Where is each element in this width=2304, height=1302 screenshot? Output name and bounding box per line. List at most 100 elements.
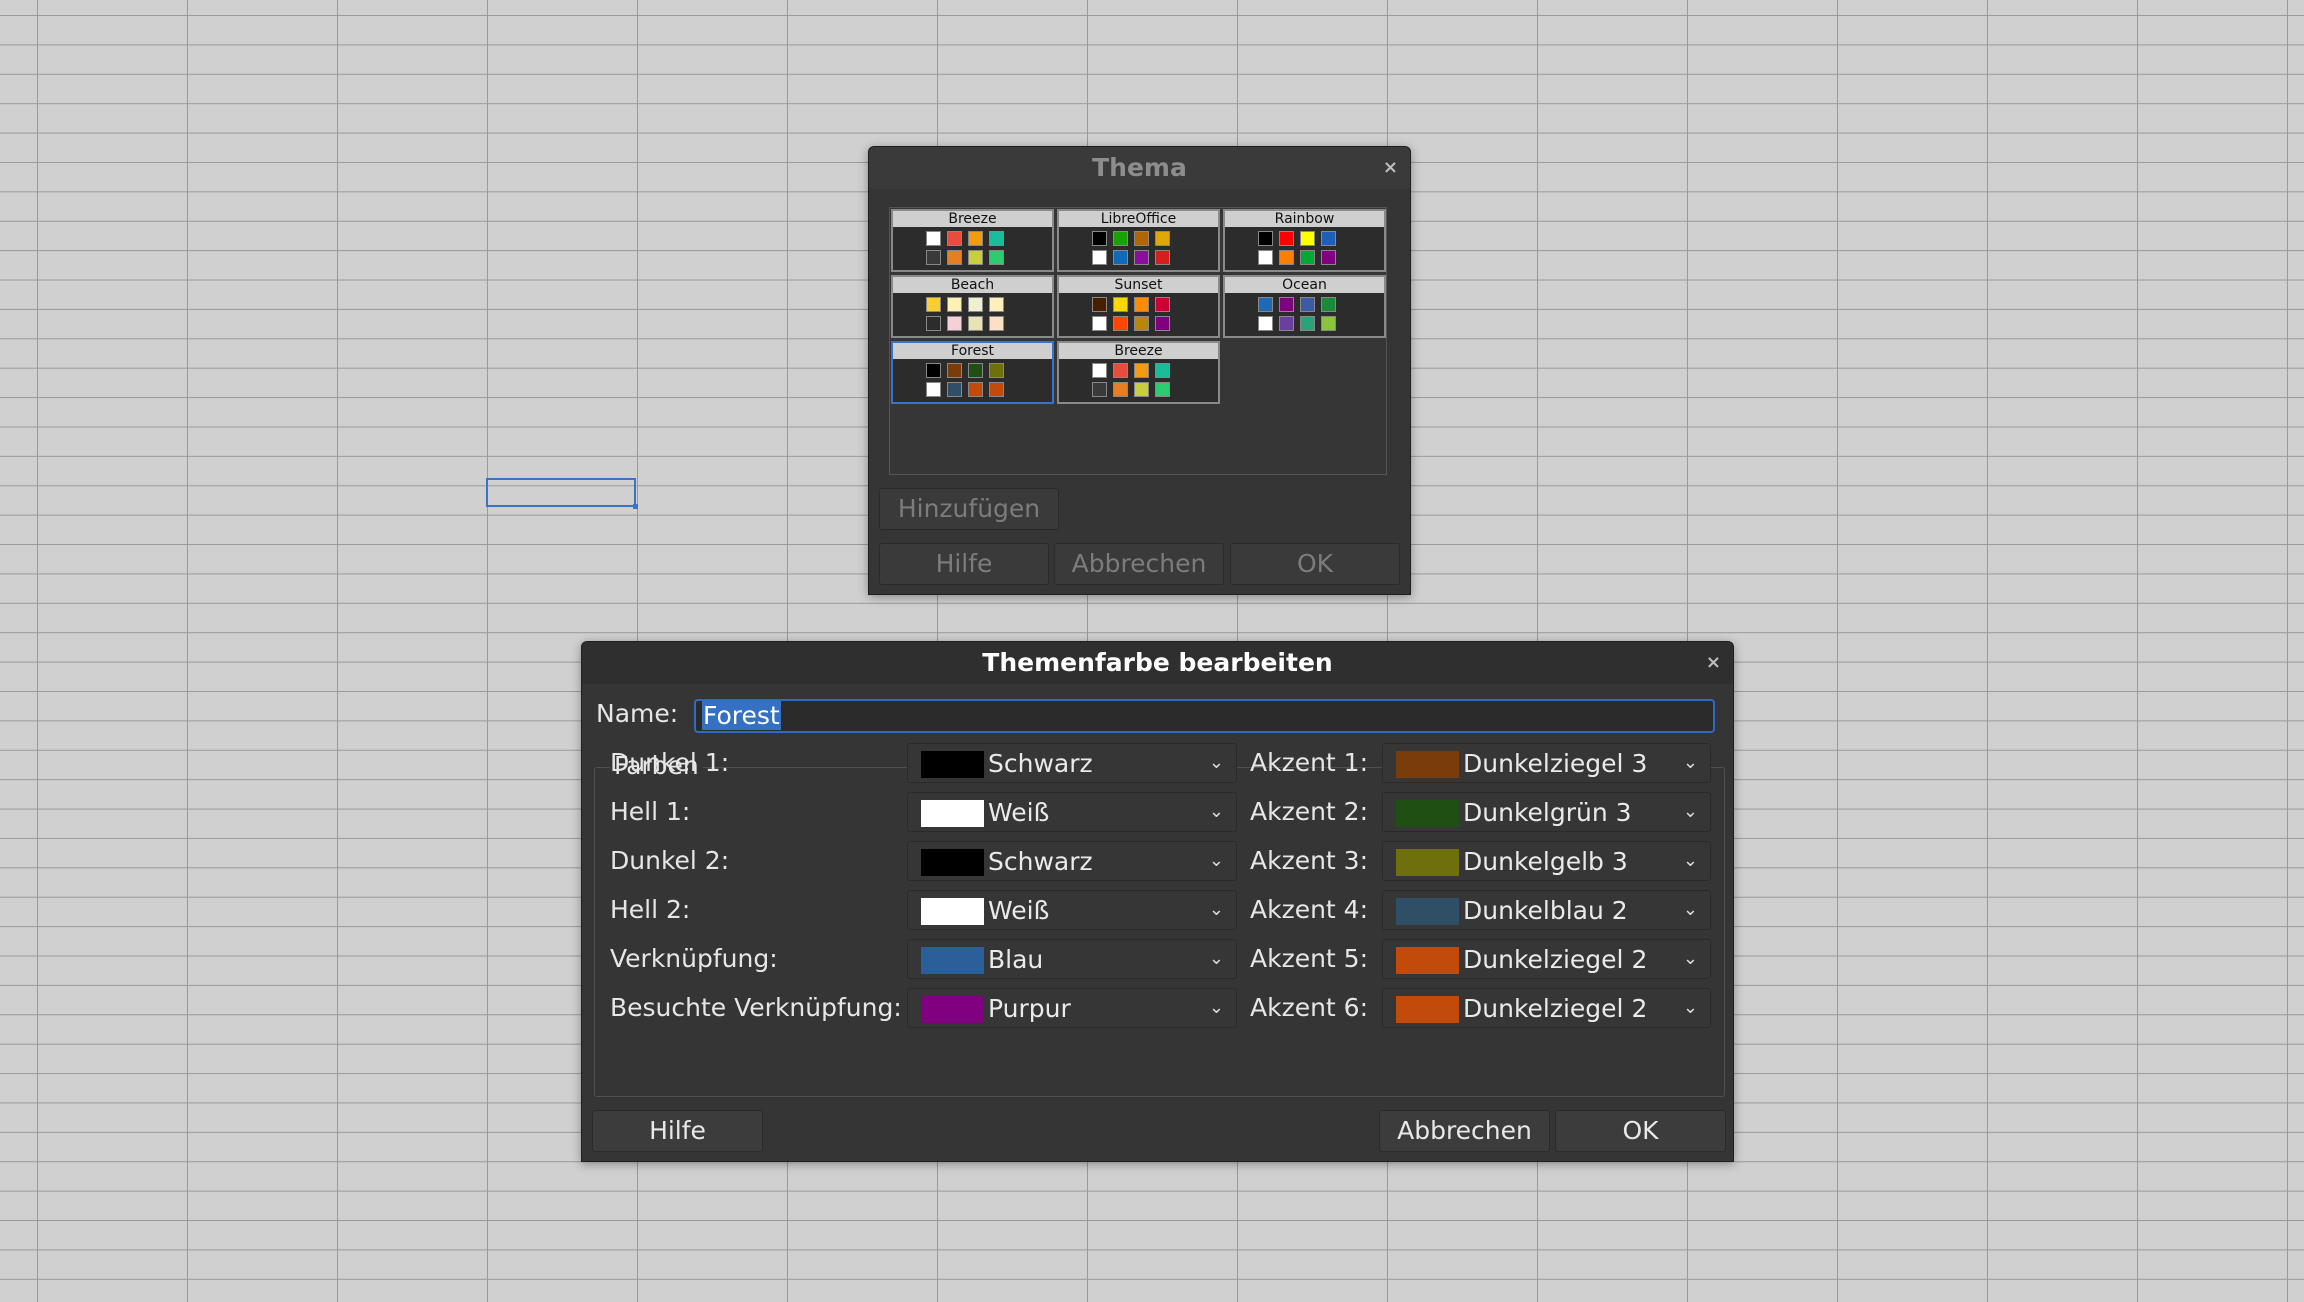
theme-tile-name: Breeze bbox=[1059, 343, 1218, 359]
close-icon[interactable]: × bbox=[1706, 642, 1721, 684]
theme-swatches bbox=[1258, 297, 1336, 335]
close-icon[interactable]: × bbox=[1383, 147, 1398, 189]
color-dropdown[interactable]: Dunkelgelb 3 ⌄ bbox=[1382, 841, 1711, 881]
color-name: Dunkelgrün 3 bbox=[1463, 798, 1632, 827]
theme-color-swatch bbox=[1134, 297, 1149, 312]
theme-color-swatch bbox=[1321, 297, 1336, 312]
theme-tile[interactable]: LibreOffice bbox=[1057, 209, 1220, 272]
color-dropdown[interactable]: Schwarz ⌄ bbox=[907, 841, 1237, 881]
theme-color-swatch bbox=[1321, 250, 1336, 265]
color-name: Weiß bbox=[988, 896, 1050, 925]
color-dropdown[interactable]: Weiß ⌄ bbox=[907, 792, 1237, 832]
color-dropdown[interactable]: Dunkelziegel 3 ⌄ bbox=[1382, 743, 1711, 783]
color-dropdown[interactable]: Dunkelgrün 3 ⌄ bbox=[1382, 792, 1711, 832]
theme-swatches bbox=[1258, 231, 1336, 269]
color-dropdown[interactable]: Blau ⌄ bbox=[907, 939, 1237, 979]
color-name: Weiß bbox=[988, 798, 1050, 827]
chevron-down-icon[interactable]: ⌄ bbox=[1209, 995, 1224, 1021]
color-name: Purpur bbox=[988, 994, 1071, 1023]
theme-dialog-titlebar: Thema × bbox=[869, 147, 1410, 189]
theme-color-swatch bbox=[1279, 297, 1294, 312]
color-name: Dunkelblau 2 bbox=[1463, 896, 1628, 925]
add-theme-button[interactable]: Hinzufügen bbox=[879, 488, 1059, 530]
color-chip bbox=[1396, 947, 1459, 974]
cell-cursor[interactable] bbox=[486, 478, 638, 509]
theme-tile[interactable]: Breeze bbox=[891, 209, 1054, 272]
theme-color-swatch bbox=[1155, 250, 1170, 265]
theme-ok-button[interactable]: OK bbox=[1230, 543, 1400, 585]
theme-color-swatch bbox=[1092, 382, 1107, 397]
theme-color-swatch bbox=[1134, 363, 1149, 378]
color-dropdown[interactable]: Dunkelblau 2 ⌄ bbox=[1382, 890, 1711, 930]
color-name: Dunkelziegel 3 bbox=[1463, 749, 1648, 778]
chevron-down-icon[interactable]: ⌄ bbox=[1209, 750, 1224, 776]
theme-tile-name: Ocean bbox=[1225, 277, 1384, 293]
theme-tile[interactable]: Ocean bbox=[1223, 275, 1386, 338]
chevron-down-icon[interactable]: ⌄ bbox=[1683, 995, 1698, 1021]
color-name: Dunkelziegel 2 bbox=[1463, 945, 1648, 974]
color-label: Akzent 6: bbox=[1250, 993, 1369, 1022]
theme-color-swatch bbox=[1134, 382, 1149, 397]
theme-cancel-button[interactable]: Abbrechen bbox=[1054, 543, 1224, 585]
theme-dialog: Thema × Breeze LibreOffice Rainbow Beach Sun… bbox=[868, 146, 1411, 595]
color-chip bbox=[921, 751, 984, 778]
help-button[interactable]: Hilfe bbox=[592, 1110, 763, 1152]
theme-tile-name: Sunset bbox=[1059, 277, 1218, 293]
color-dropdown[interactable]: Purpur ⌄ bbox=[907, 988, 1237, 1028]
color-label: Akzent 4: bbox=[1250, 895, 1369, 924]
chevron-down-icon[interactable]: ⌄ bbox=[1209, 897, 1224, 923]
name-input[interactable]: Forest bbox=[694, 699, 1715, 733]
chevron-down-icon[interactable]: ⌄ bbox=[1683, 799, 1698, 825]
theme-tile-name: Breeze bbox=[893, 211, 1052, 227]
color-chip bbox=[921, 898, 984, 925]
theme-color-swatch bbox=[947, 316, 962, 331]
color-dropdown[interactable]: Dunkelziegel 2 ⌄ bbox=[1382, 939, 1711, 979]
chevron-down-icon[interactable]: ⌄ bbox=[1683, 750, 1698, 776]
theme-color-swatch bbox=[1300, 231, 1315, 246]
chevron-down-icon[interactable]: ⌄ bbox=[1683, 897, 1698, 923]
color-label: Akzent 1: bbox=[1250, 748, 1369, 777]
theme-color-swatch bbox=[947, 363, 962, 378]
theme-tile[interactable]: Forest bbox=[891, 341, 1054, 404]
color-label: Hell 2: bbox=[610, 895, 691, 924]
theme-color-swatch bbox=[1258, 250, 1273, 265]
color-dropdown[interactable]: Dunkelziegel 2 ⌄ bbox=[1382, 988, 1711, 1028]
theme-help-button[interactable]: Hilfe bbox=[879, 543, 1049, 585]
theme-color-swatch bbox=[1113, 382, 1128, 397]
color-chip bbox=[921, 800, 984, 827]
theme-tile[interactable]: Breeze bbox=[1057, 341, 1220, 404]
theme-color-swatch bbox=[1134, 316, 1149, 331]
theme-color-swatch bbox=[926, 316, 941, 331]
chevron-down-icon[interactable]: ⌄ bbox=[1209, 799, 1224, 825]
color-label: Akzent 3: bbox=[1250, 846, 1369, 875]
theme-color-swatch bbox=[1092, 363, 1107, 378]
color-dropdown[interactable]: Schwarz ⌄ bbox=[907, 743, 1237, 783]
chevron-down-icon[interactable]: ⌄ bbox=[1209, 946, 1224, 972]
theme-tile[interactable]: Sunset bbox=[1057, 275, 1220, 338]
theme-color-swatch bbox=[1134, 250, 1149, 265]
theme-color-swatch bbox=[1300, 250, 1315, 265]
cancel-button[interactable]: Abbrechen bbox=[1379, 1110, 1550, 1152]
color-label: Besuchte Verknüpfung: bbox=[610, 993, 902, 1022]
theme-color-swatch bbox=[926, 363, 941, 378]
theme-tile[interactable]: Rainbow bbox=[1223, 209, 1386, 272]
theme-color-swatch bbox=[989, 297, 1004, 312]
chevron-down-icon[interactable]: ⌄ bbox=[1209, 848, 1224, 874]
theme-color-swatch bbox=[926, 250, 941, 265]
theme-tile[interactable]: Beach bbox=[891, 275, 1054, 338]
theme-color-swatch bbox=[1113, 316, 1128, 331]
theme-tile-name: Forest bbox=[893, 343, 1052, 359]
color-chip bbox=[921, 947, 984, 974]
color-label: Akzent 2: bbox=[1250, 797, 1369, 826]
color-dropdown[interactable]: Weiß ⌄ bbox=[907, 890, 1237, 930]
chevron-down-icon[interactable]: ⌄ bbox=[1683, 946, 1698, 972]
color-label: Dunkel 2: bbox=[610, 846, 730, 875]
theme-color-swatch bbox=[968, 231, 983, 246]
theme-color-swatch bbox=[947, 250, 962, 265]
color-chip bbox=[1396, 996, 1459, 1023]
color-chip bbox=[921, 849, 984, 876]
name-input-value: Forest bbox=[702, 701, 781, 730]
ok-button[interactable]: OK bbox=[1555, 1110, 1726, 1152]
theme-color-swatch bbox=[1113, 250, 1128, 265]
chevron-down-icon[interactable]: ⌄ bbox=[1683, 848, 1698, 874]
